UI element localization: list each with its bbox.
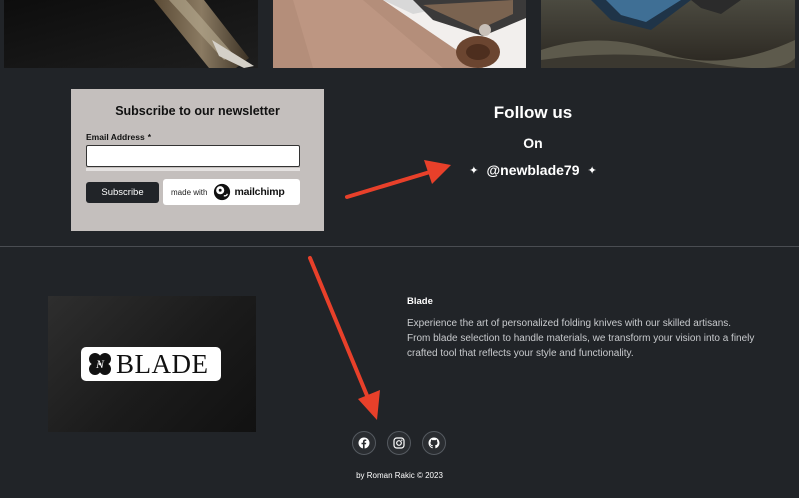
brand-logo-panel[interactable]: N BLADE — [48, 296, 256, 432]
svg-text:N: N — [95, 357, 105, 371]
about-title: Blade — [407, 296, 433, 307]
about-description: Experience the art of personalized foldi… — [407, 318, 755, 359]
clover-monogram-icon: N — [89, 353, 111, 375]
github-icon — [428, 437, 440, 449]
github-link[interactable] — [422, 431, 446, 455]
instagram-link[interactable] — [387, 431, 411, 455]
copyright-text: by Roman Rakic © 2023 — [356, 471, 443, 480]
section-divider — [0, 246, 799, 247]
arrow-to-handle — [345, 160, 451, 199]
arrow-to-socials — [308, 256, 380, 420]
instagram-icon — [393, 437, 405, 449]
brand-logo-text: BLADE — [116, 348, 209, 379]
brand-logo: N BLADE — [81, 347, 221, 381]
facebook-link[interactable] — [352, 431, 376, 455]
facebook-icon — [358, 437, 370, 449]
